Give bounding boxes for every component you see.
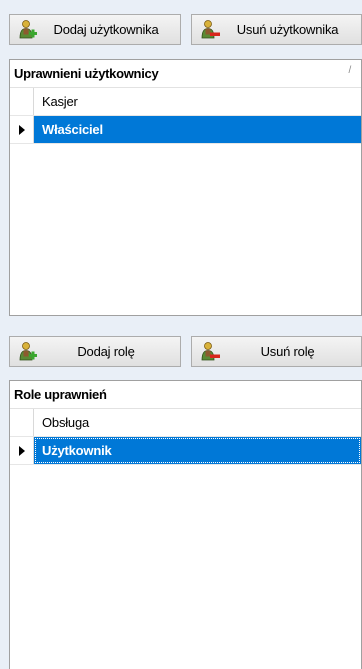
user-remove-icon — [198, 341, 220, 363]
table-row[interactable]: Obsługa — [10, 409, 361, 437]
add-role-label: Dodaj rolę — [77, 344, 135, 359]
row-header[interactable] — [10, 437, 34, 464]
roles-grid-header-label: Role uprawnień — [14, 387, 107, 402]
table-row[interactable]: Właściciel — [10, 116, 361, 144]
remove-role-button[interactable]: Usuń rolę — [191, 336, 362, 367]
user-remove-icon — [198, 19, 220, 41]
sort-icon: / — [348, 65, 352, 76]
users-grid-header[interactable]: Uprawnieni użytkownicy / — [10, 60, 361, 88]
add-user-button[interactable]: Dodaj użytkownika — [9, 14, 181, 45]
user-add-icon — [16, 341, 37, 363]
table-row[interactable]: Użytkownik — [10, 437, 361, 465]
remove-role-label: Usuń rolę — [260, 344, 315, 359]
row-header[interactable] — [10, 409, 34, 436]
current-row-arrow-icon — [18, 124, 25, 135]
current-row-arrow-icon — [18, 445, 25, 456]
add-user-label: Dodaj użytkownika — [53, 22, 159, 37]
remove-user-button[interactable]: Usuń użytkownika — [191, 14, 362, 45]
roles-grid-header[interactable]: Role uprawnień — [10, 381, 361, 409]
roles-grid[interactable]: Role uprawnień Obsługa Użytkownik — [9, 380, 362, 669]
remove-user-label: Usuń użytkownika — [236, 22, 339, 37]
users-grid-header-label: Uprawnieni użytkownicy — [14, 66, 159, 81]
row-cell[interactable]: Obsługa — [34, 409, 361, 436]
row-cell[interactable]: Właściciel — [34, 116, 361, 143]
table-row[interactable]: Kasjer — [10, 88, 361, 116]
users-grid[interactable]: Uprawnieni użytkownicy / Kasjer Właścici… — [9, 59, 362, 316]
row-header[interactable] — [10, 116, 34, 143]
row-header[interactable] — [10, 88, 34, 115]
user-add-icon — [16, 19, 37, 41]
row-cell[interactable]: Kasjer — [34, 88, 361, 115]
row-cell[interactable]: Użytkownik — [34, 437, 361, 464]
add-role-button[interactable]: Dodaj rolę — [9, 336, 181, 367]
